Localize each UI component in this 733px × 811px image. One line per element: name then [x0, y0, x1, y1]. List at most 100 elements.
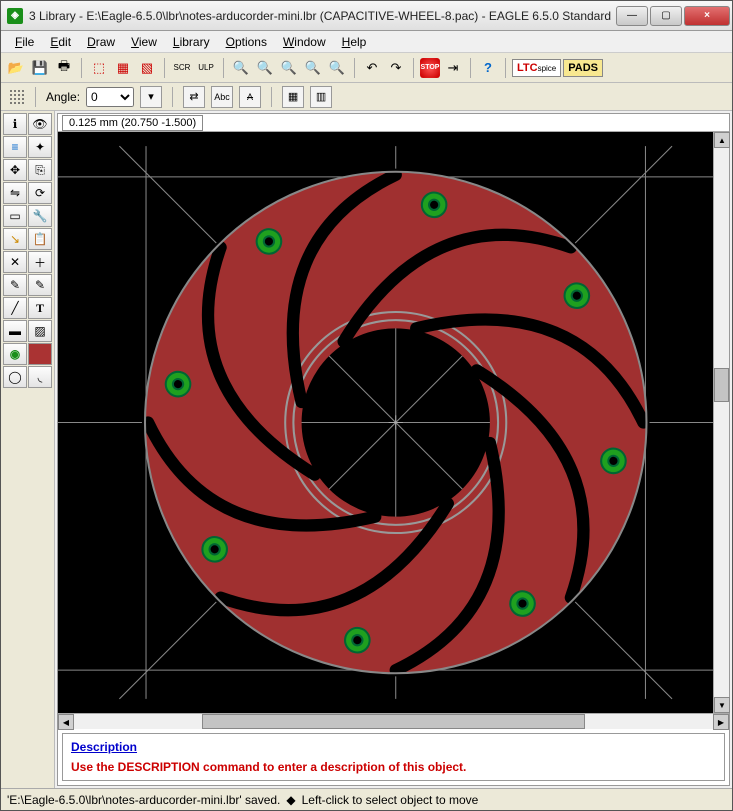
menubar: File Edit Draw View Library Options Wind…	[1, 31, 732, 53]
zoom-in-icon[interactable]: 🔍	[254, 57, 276, 79]
description-heading[interactable]: Description	[71, 740, 716, 754]
layers-tool-icon[interactable]: ≡	[3, 136, 27, 158]
menu-options[interactable]: Options	[218, 33, 275, 51]
separator	[505, 58, 506, 78]
help-icon[interactable]: ?	[477, 57, 499, 79]
via-tool-icon[interactable]: ◉	[3, 343, 27, 365]
abc-off-icon[interactable]: A	[239, 86, 261, 108]
group-tool-icon[interactable]: ▭	[3, 205, 27, 227]
mirror-tool-icon[interactable]: ⇋	[3, 182, 27, 204]
go-icon[interactable]: ⇥	[442, 57, 464, 79]
horizontal-scrollbar[interactable]: ◀ ▶	[58, 713, 729, 729]
vscroll-track[interactable]	[714, 148, 729, 697]
main-toolbar: 📂 💾 🖶 ⬚ ▦ ▧ SCR ULP 🔍 🔍 🔍 🔍 🔍 ↶ ↷ STOP ⇥…	[1, 53, 732, 83]
separator	[164, 58, 165, 78]
scroll-right-icon[interactable]: ▶	[713, 714, 729, 730]
cut-tool-icon[interactable]: ↘	[3, 228, 27, 250]
name-tool-icon[interactable]: ✎	[3, 274, 27, 296]
print-icon[interactable]: 🖶	[53, 57, 75, 79]
add-tool-icon[interactable]: ＋	[28, 251, 52, 273]
coord-readout: 0.125 mm (20.750 -1.500)	[62, 115, 203, 131]
menu-window[interactable]: Window	[275, 33, 334, 51]
paste-tool-icon[interactable]: 📋	[28, 228, 52, 250]
menu-draw[interactable]: Draw	[79, 33, 123, 51]
rect-tool-icon[interactable]: ▬	[3, 320, 27, 342]
arc-tool-icon[interactable]: ◟	[28, 366, 52, 388]
titlebar: ◈ 3 Library - E:\Eagle-6.5.0\lbr\notes-a…	[1, 1, 732, 31]
tool-palette: ℹ👁 ≡✦ ✥⎘ ⇋⟳ ▭🔧 ↘📋 ✕＋ ✎✎ ╱T ▬▨ ◉ ◯◟	[1, 111, 55, 788]
separator	[223, 58, 224, 78]
scroll-left-icon[interactable]: ◀	[58, 714, 74, 730]
rotate-tool-icon[interactable]: ⟳	[28, 182, 52, 204]
maximize-button[interactable]: ▢	[650, 6, 682, 26]
delete-tool-icon[interactable]: ✕	[3, 251, 27, 273]
drawing-canvas[interactable]	[58, 132, 713, 713]
sheet-icon[interactable]: ▧	[136, 57, 158, 79]
app-window: ◈ 3 Library - E:\Eagle-6.5.0\lbr\notes-a…	[0, 0, 733, 811]
open-icon[interactable]: 📂	[5, 57, 27, 79]
move-tool-icon[interactable]: ✥	[3, 159, 27, 181]
description-box: Description Use the DESCRIPTION command …	[62, 733, 725, 781]
zoom-redraw-icon[interactable]: 🔍	[302, 57, 324, 79]
layout2-icon[interactable]: ▥	[310, 86, 332, 108]
spin-down[interactable]: ▾	[140, 86, 162, 108]
zoom-out-icon[interactable]: 🔍	[230, 57, 252, 79]
stop-icon[interactable]: STOP	[420, 58, 440, 78]
layout1-icon[interactable]: ▦	[282, 86, 304, 108]
separator	[172, 87, 173, 107]
show-tool-icon[interactable]: 👁	[28, 113, 52, 135]
info-tool-icon[interactable]: ℹ	[3, 113, 27, 135]
angle-select[interactable]: 0	[86, 87, 134, 107]
vertical-scrollbar[interactable]: ▲ ▼	[713, 132, 729, 713]
cam-icon[interactable]: ⬚	[88, 57, 110, 79]
menu-library[interactable]: Library	[165, 33, 218, 51]
separator	[35, 87, 36, 107]
canvas-wrap: ▲ ▼	[58, 132, 729, 713]
statusbar: 'E:\Eagle-6.5.0\lbr\notes-arducorder-min…	[1, 788, 732, 810]
ltc-spice-button[interactable]: LTCspice	[512, 59, 561, 77]
text-tool-icon[interactable]: T	[28, 297, 52, 319]
separator	[354, 58, 355, 78]
undo-icon[interactable]: ↶	[361, 57, 383, 79]
menu-file[interactable]: File	[7, 33, 42, 51]
status-hint: Left-click to select object to move	[302, 793, 479, 807]
minimize-button[interactable]: —	[616, 6, 648, 26]
app-icon: ◈	[7, 8, 23, 24]
change-tool-icon[interactable]: 🔧	[28, 205, 52, 227]
hscroll-track[interactable]	[74, 714, 713, 729]
abc-icon[interactable]: Abc	[211, 86, 233, 108]
coord-bar: 0.125 mm (20.750 -1.500)	[58, 114, 729, 132]
canvas-svg	[58, 132, 713, 713]
poly-tool-icon[interactable]: ▨	[28, 320, 52, 342]
grid-icon[interactable]	[9, 89, 25, 105]
capacitive-wheel	[145, 172, 646, 673]
separator	[271, 87, 272, 107]
save-icon[interactable]: 💾	[29, 57, 51, 79]
redo-icon[interactable]: ↷	[385, 57, 407, 79]
pads-button[interactable]: PADS	[563, 59, 603, 77]
board-icon[interactable]: ▦	[112, 57, 134, 79]
circle-tool-icon[interactable]: ◯	[3, 366, 27, 388]
params-toolbar: Angle: 0 ▾ ⇄ Abc A ▦ ▥	[1, 83, 732, 111]
vscroll-thumb[interactable]	[714, 368, 729, 402]
menu-view[interactable]: View	[123, 33, 165, 51]
menu-help[interactable]: Help	[334, 33, 375, 51]
scr-icon[interactable]: SCR	[171, 57, 193, 79]
editor-panel: 0.125 mm (20.750 -1.500)	[57, 113, 730, 786]
zoom-select-icon[interactable]: 🔍	[326, 57, 348, 79]
scroll-down-icon[interactable]: ▼	[714, 697, 730, 713]
pad-tool-icon[interactable]	[28, 343, 52, 365]
zoom-fit-icon[interactable]: 🔍	[278, 57, 300, 79]
menu-edit[interactable]: Edit	[42, 33, 79, 51]
copy-tool-icon[interactable]: ⎘	[28, 159, 52, 181]
mark-tool-icon[interactable]: ✦	[28, 136, 52, 158]
angle-label: Angle:	[46, 90, 80, 104]
ulp-icon[interactable]: ULP	[195, 57, 217, 79]
mirror-icon[interactable]: ⇄	[183, 86, 205, 108]
close-button[interactable]: ×	[684, 6, 730, 26]
wire-tool-icon[interactable]: ╱	[3, 297, 27, 319]
scroll-up-icon[interactable]: ▲	[714, 132, 730, 148]
value-tool-icon[interactable]: ✎	[28, 274, 52, 296]
separator	[413, 58, 414, 78]
hscroll-thumb[interactable]	[202, 714, 585, 729]
